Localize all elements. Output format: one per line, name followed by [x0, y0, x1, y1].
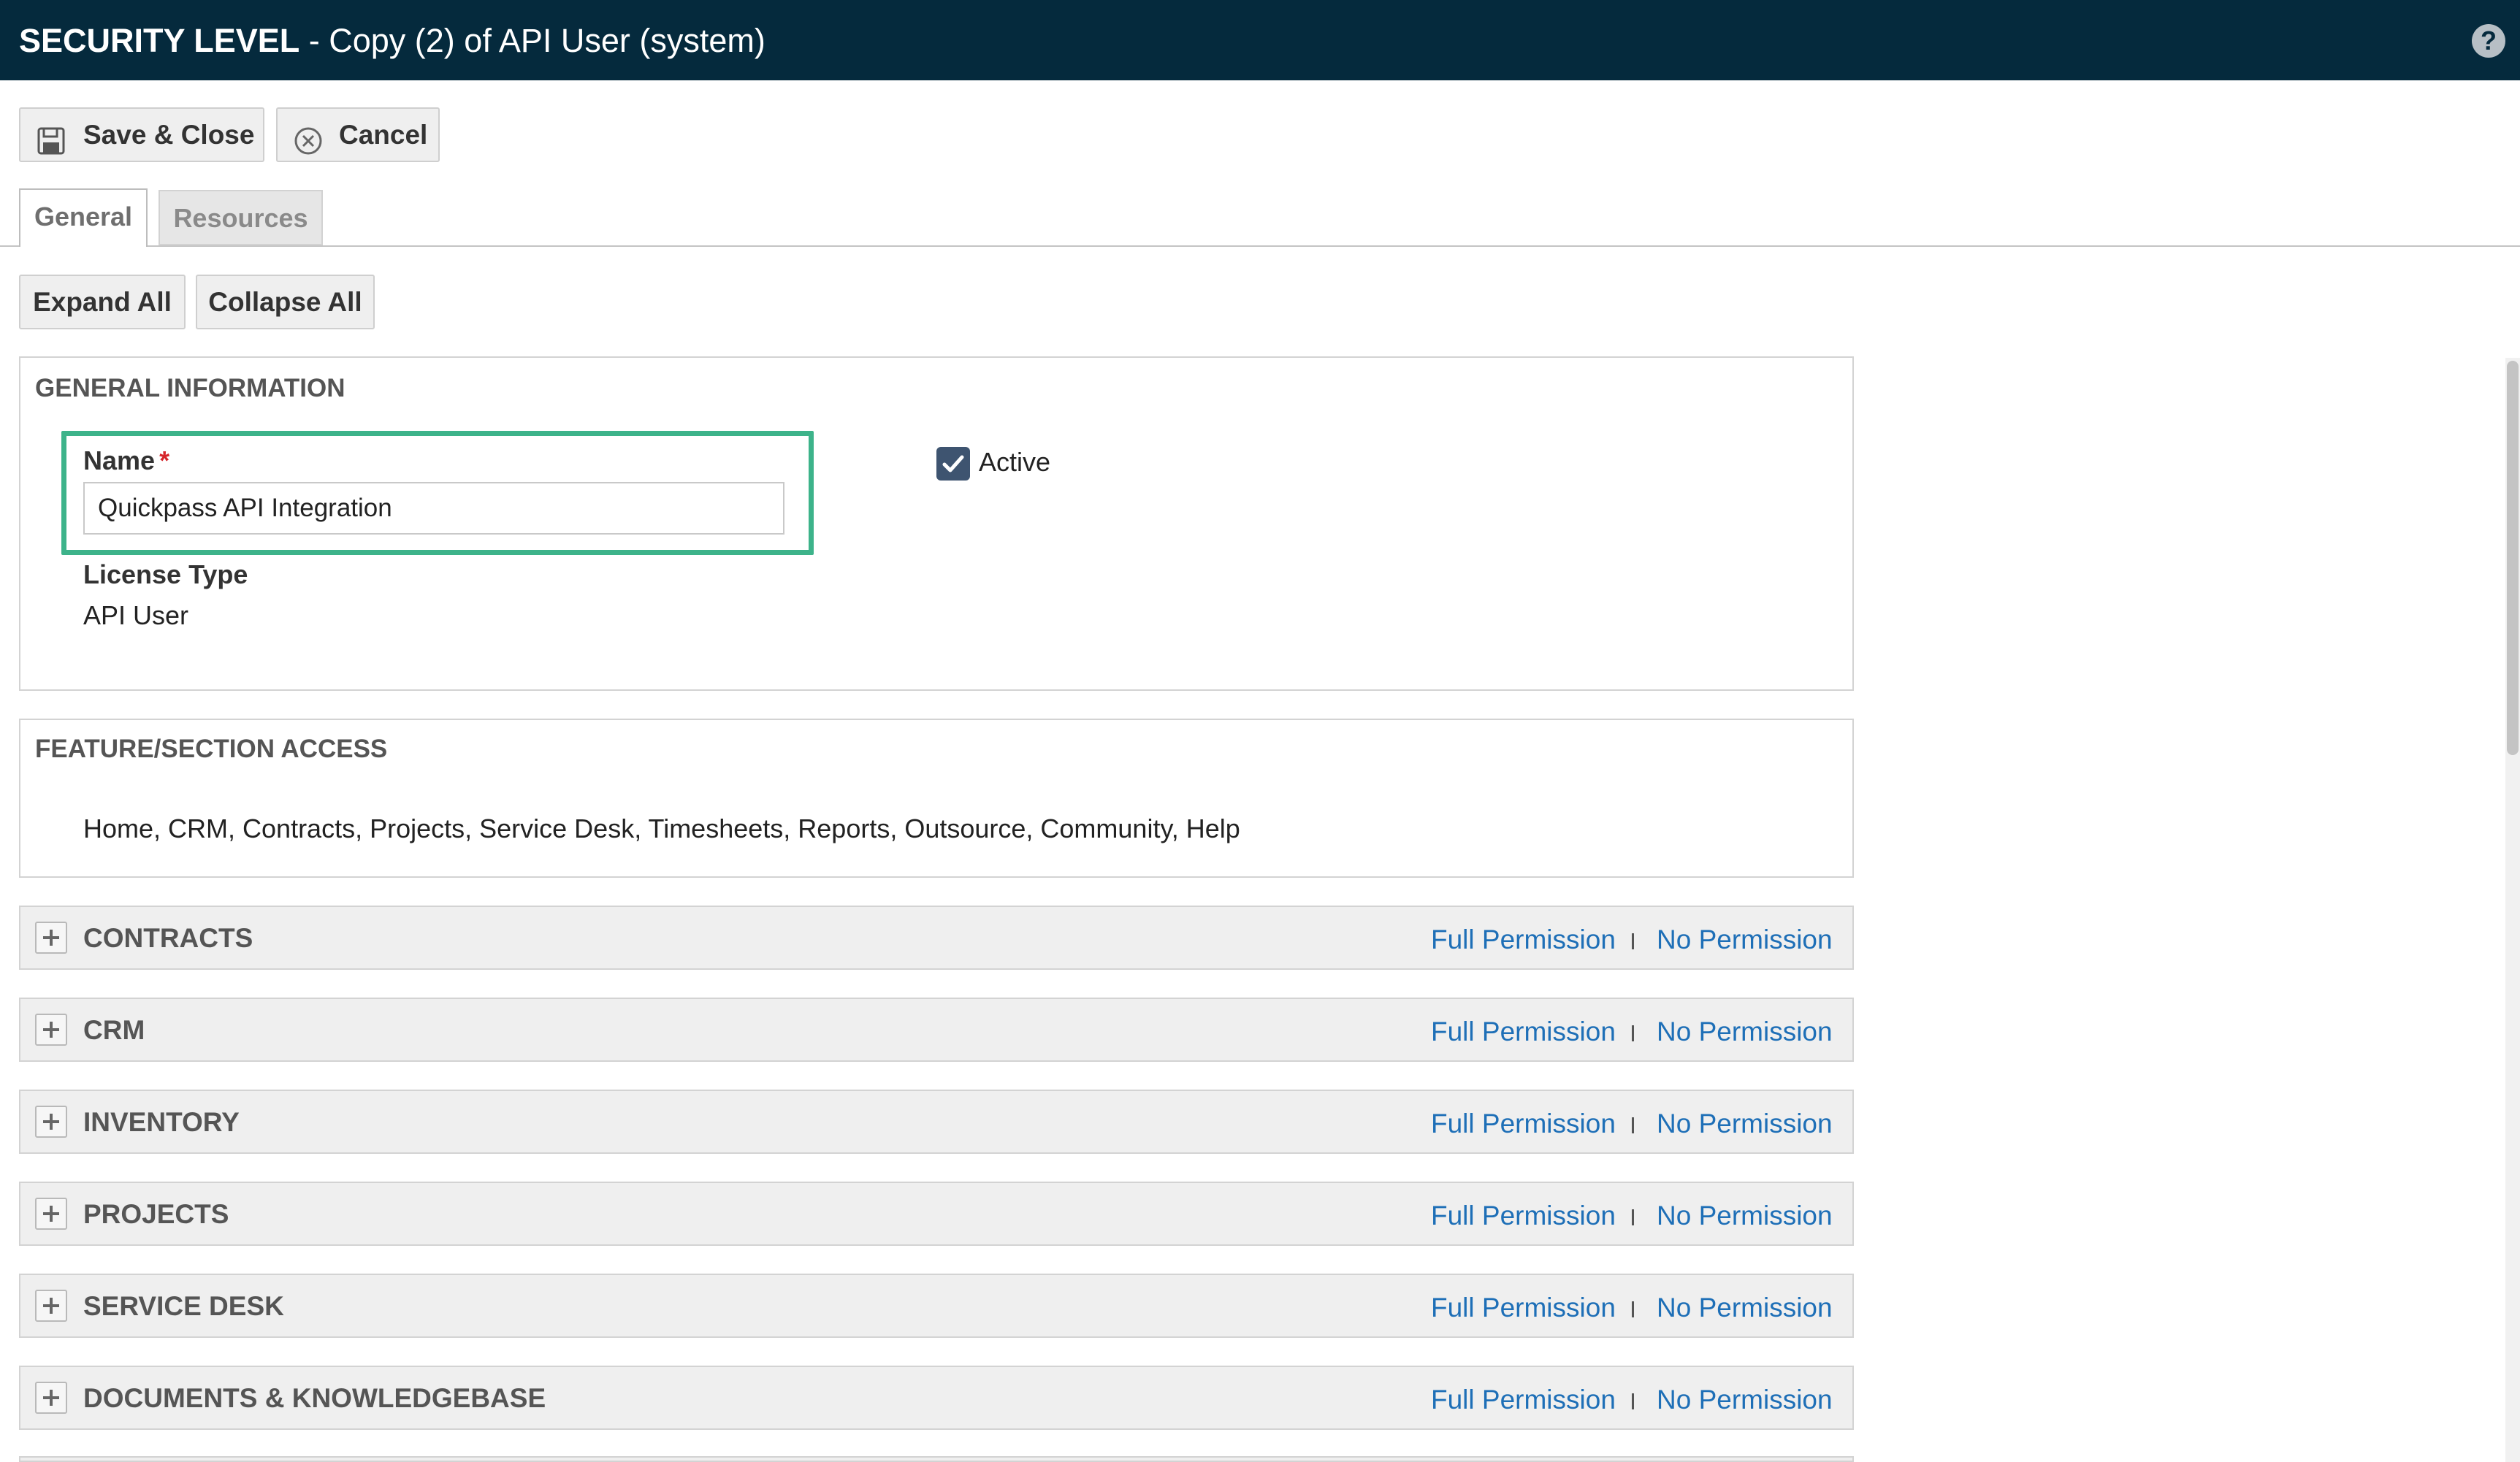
section-inventory: INVENTORY Full Permission No Permission	[19, 1090, 1854, 1154]
expand-all-button[interactable]: Expand All	[19, 275, 186, 329]
expand-toggle[interactable]	[35, 1106, 67, 1138]
save-close-label: Save & Close	[83, 120, 255, 150]
feature-section-access-heading: FEATURE/SECTION ACCESS	[35, 735, 388, 763]
license-type-value: API User	[83, 600, 189, 630]
link-separator	[1632, 1393, 1634, 1409]
title-bar: SECURITY LEVEL - Copy (2) of API User (s…	[0, 0, 2520, 80]
tab-resources[interactable]: Resources	[159, 190, 323, 245]
expand-toggle[interactable]	[35, 1198, 67, 1230]
section-title: DOCUMENTS & KNOWLEDGEBASE	[83, 1383, 546, 1413]
name-label: Name *	[83, 445, 169, 476]
full-permission-link[interactable]: Full Permission	[1431, 923, 1616, 957]
link-separator	[1632, 1301, 1634, 1317]
full-permission-link[interactable]: Full Permission	[1431, 1291, 1616, 1325]
feature-access-list: Home, CRM, Contracts, Projects, Service …	[83, 814, 1240, 843]
link-separator	[1632, 933, 1634, 949]
no-permission-link[interactable]: No Permission	[1657, 1383, 1833, 1417]
tab-general[interactable]: General	[19, 188, 148, 247]
full-permission-link[interactable]: Full Permission	[1431, 1199, 1616, 1233]
help-icon[interactable]: ?	[2472, 24, 2505, 58]
scrollbar-thumb[interactable]	[2507, 361, 2519, 755]
no-permission-link[interactable]: No Permission	[1657, 1107, 1833, 1141]
link-separator	[1632, 1117, 1634, 1133]
active-checkbox[interactable]	[936, 447, 970, 481]
section-projects: PROJECTS Full Permission No Permission	[19, 1182, 1854, 1246]
feature-section-access-panel: FEATURE/SECTION ACCESS Home, CRM, Contra…	[19, 719, 1854, 878]
save-close-button[interactable]: Save & Close	[19, 107, 264, 162]
plus-icon	[43, 1298, 59, 1314]
full-permission-link[interactable]: Full Permission	[1431, 1015, 1616, 1049]
section-partial	[19, 1456, 1854, 1462]
no-permission-link[interactable]: No Permission	[1657, 1015, 1833, 1049]
license-type-label: License Type	[83, 559, 248, 589]
no-permission-link[interactable]: No Permission	[1657, 1291, 1833, 1325]
cancel-button[interactable]: Cancel	[276, 107, 440, 162]
page-title: SECURITY LEVEL - Copy (2) of API User (s…	[19, 20, 765, 61]
link-separator	[1632, 1025, 1634, 1041]
section-contracts: CONTRACTS Full Permission No Permission	[19, 906, 1854, 970]
section-title: SERVICE DESK	[83, 1291, 284, 1321]
title-prefix: SECURITY LEVEL	[19, 22, 300, 59]
plus-icon	[43, 1022, 59, 1038]
full-permission-link[interactable]: Full Permission	[1431, 1383, 1616, 1417]
cancel-label: Cancel	[339, 120, 428, 150]
tab-strip-divider	[0, 245, 2520, 247]
collapse-all-button[interactable]: Collapse All	[196, 275, 375, 329]
section-title: INVENTORY	[83, 1107, 240, 1137]
section-title: CONTRACTS	[83, 923, 253, 953]
plus-icon	[43, 1390, 59, 1406]
plus-icon	[43, 930, 59, 946]
plus-icon	[43, 1206, 59, 1222]
section-title: PROJECTS	[83, 1199, 229, 1229]
title-record-name: - Copy (2) of API User (system)	[299, 22, 765, 59]
expand-toggle[interactable]	[35, 1014, 67, 1046]
name-label-text: Name	[83, 445, 156, 475]
section-service-desk: SERVICE DESK Full Permission No Permissi…	[19, 1274, 1854, 1338]
expand-toggle[interactable]	[35, 1382, 67, 1414]
no-permission-link[interactable]: No Permission	[1657, 923, 1833, 957]
general-information-heading: GENERAL INFORMATION	[35, 374, 345, 402]
section-crm: CRM Full Permission No Permission	[19, 998, 1854, 1062]
full-permission-link[interactable]: Full Permission	[1431, 1107, 1616, 1141]
link-separator	[1632, 1209, 1634, 1225]
no-permission-link[interactable]: No Permission	[1657, 1199, 1833, 1233]
plus-icon	[43, 1114, 59, 1130]
required-marker: *	[159, 445, 170, 475]
expand-toggle[interactable]	[35, 922, 67, 954]
general-information-panel: GENERAL INFORMATION Name* Active License…	[19, 356, 1854, 691]
checkmark-icon	[942, 455, 964, 472]
cancel-icon	[294, 120, 323, 172]
section-title: CRM	[83, 1015, 145, 1045]
section-documents-knowledgebase: DOCUMENTS & KNOWLEDGEBASE Full Permissio…	[19, 1366, 1854, 1430]
save-icon	[37, 120, 66, 172]
active-label: Active	[979, 447, 1051, 477]
name-input[interactable]	[83, 482, 784, 535]
expand-toggle[interactable]	[35, 1290, 67, 1322]
